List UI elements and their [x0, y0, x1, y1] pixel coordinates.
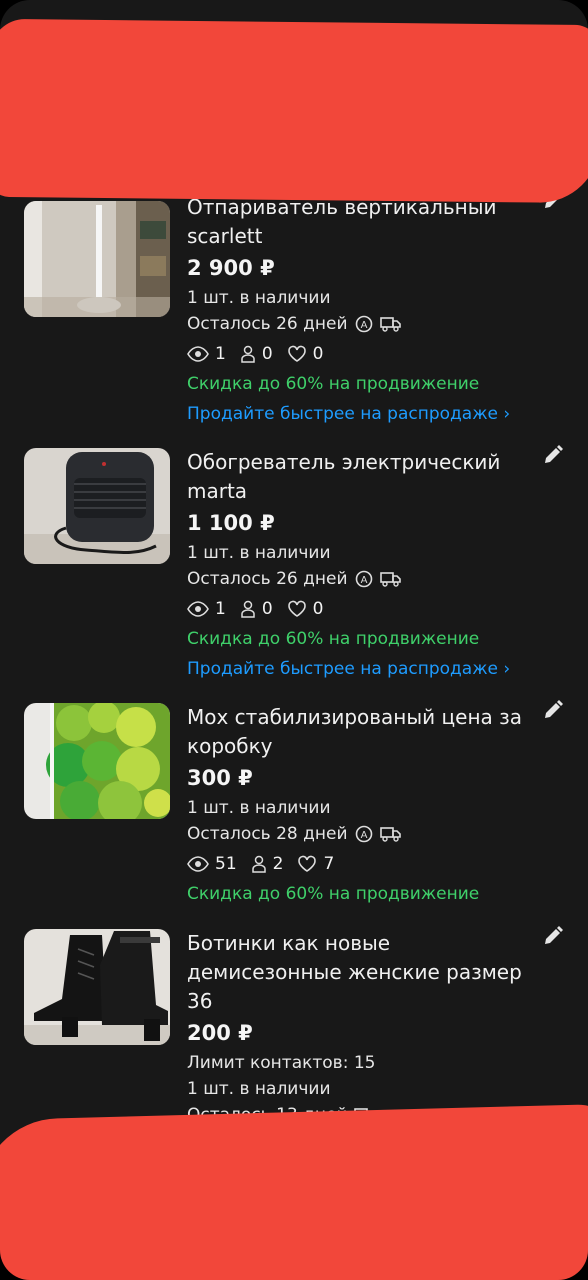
sale-link[interactable]: Продайте быстрее на распродаже ›: [187, 399, 537, 429]
views-count: 51: [215, 854, 237, 874]
screen: Отпариватель вертикальный scarlett 2 900…: [0, 0, 588, 1280]
listing-info: Отпариватель вертикальный scarlett 2 900…: [187, 193, 537, 429]
listing-stock: 1 шт. в наличии: [187, 1079, 331, 1099]
edit-pencil-icon[interactable]: [540, 925, 566, 951]
eye-icon: [187, 346, 209, 362]
svg-text:A: A: [360, 830, 367, 841]
listing-photo[interactable]: [24, 703, 170, 819]
promo-discount-link[interactable]: Скидка до 60% на продвижение: [187, 624, 537, 654]
contacts-count: 0: [261, 344, 273, 364]
person-icon: [241, 345, 255, 363]
listing-remaining: Осталось 26 дней: [187, 314, 348, 334]
autopublish-icon: A: [355, 825, 372, 843]
favorites-count: 7: [323, 854, 335, 874]
favorites-count: 0: [312, 599, 324, 619]
listing-stats: 1 0 0: [187, 339, 537, 369]
listing-price: 1 100 ₽: [187, 511, 275, 535]
sale-link[interactable]: Продайте быстрее на распродаже ›: [187, 654, 537, 684]
heart-icon: [298, 855, 317, 872]
delivery-truck-icon: [379, 827, 401, 842]
heart-icon: [287, 600, 306, 617]
listing-info: Обогреватель электрический marta 1 100 ₽…: [187, 448, 537, 684]
listing-stock: 1 шт. в наличии: [187, 798, 331, 818]
listing-stock: 1 шт. в наличии: [187, 543, 331, 563]
listing-card[interactable]: Отпариватель вертикальный scarlett 2 900…: [0, 190, 588, 443]
listing-price: 2 900 ₽: [187, 256, 275, 280]
listing-remaining-row: Осталось 28 дней A: [187, 821, 537, 847]
svg-text:A: A: [360, 575, 367, 586]
delivery-truck-icon: [379, 317, 401, 332]
boots-photo: [24, 929, 170, 1045]
listing-remaining-row: Осталось 26 дней A: [187, 311, 537, 337]
autopublish-icon: A: [355, 570, 372, 588]
listing-price: 200 ₽: [187, 1021, 253, 1045]
listing-remaining: Осталось 26 дней: [187, 569, 348, 589]
listing-photo[interactable]: [24, 929, 170, 1045]
autopublish-icon: A: [355, 315, 372, 333]
contacts-count: 2: [272, 854, 284, 874]
listing-card[interactable]: Обогреватель электрический marta 1 100 ₽…: [0, 445, 588, 698]
promo-discount-link[interactable]: Скидка до 60% на продвижение: [187, 369, 537, 399]
delivery-truck-icon: [379, 572, 401, 587]
listing-remaining-row: Осталось 26 дней A: [187, 566, 537, 592]
redaction-overlay-top: [0, 18, 588, 204]
heater-photo: [24, 448, 170, 564]
eye-icon: [187, 856, 209, 872]
views-count: 1: [215, 344, 226, 364]
listing-title[interactable]: Мох стабилизированый цена за коробку: [187, 703, 537, 761]
listing-stats: 51 2 7: [187, 849, 537, 879]
listing-card[interactable]: Мох стабилизированый цена за коробку 300…: [0, 700, 588, 953]
listing-stock: 1 шт. в наличии: [187, 288, 331, 308]
svg-text:A: A: [360, 320, 367, 331]
listing-price: 300 ₽: [187, 766, 253, 790]
eye-icon: [187, 601, 209, 617]
views-count: 1: [215, 599, 226, 619]
listing-remaining: Осталось 28 дней: [187, 824, 348, 844]
listing-info: Ботинки как новые демисезонные женские р…: [187, 929, 537, 1128]
listing-title[interactable]: Ботинки как новые демисезонные женские р…: [187, 929, 537, 1016]
contact-limit: Лимит контактов: 15: [187, 1053, 376, 1073]
steamer-photo: [24, 201, 170, 317]
person-icon: [241, 600, 255, 618]
contacts-count: 0: [261, 599, 273, 619]
listing-info: Мох стабилизированый цена за коробку 300…: [187, 703, 537, 909]
person-icon: [251, 855, 266, 873]
heart-icon: [287, 345, 306, 362]
listing-photo[interactable]: [24, 448, 170, 564]
redaction-overlay-bottom: [0, 1103, 588, 1280]
edit-pencil-icon[interactable]: [540, 699, 566, 725]
listing-title[interactable]: Обогреватель электрический marta: [187, 448, 537, 506]
listing-stats: 1 0 0: [187, 594, 537, 624]
promo-discount-link[interactable]: Скидка до 60% на продвижение: [187, 879, 537, 909]
edit-pencil-icon[interactable]: [540, 444, 566, 470]
favorites-count: 0: [312, 344, 324, 364]
listing-photo[interactable]: [24, 201, 170, 317]
moss-photo: [24, 703, 170, 819]
